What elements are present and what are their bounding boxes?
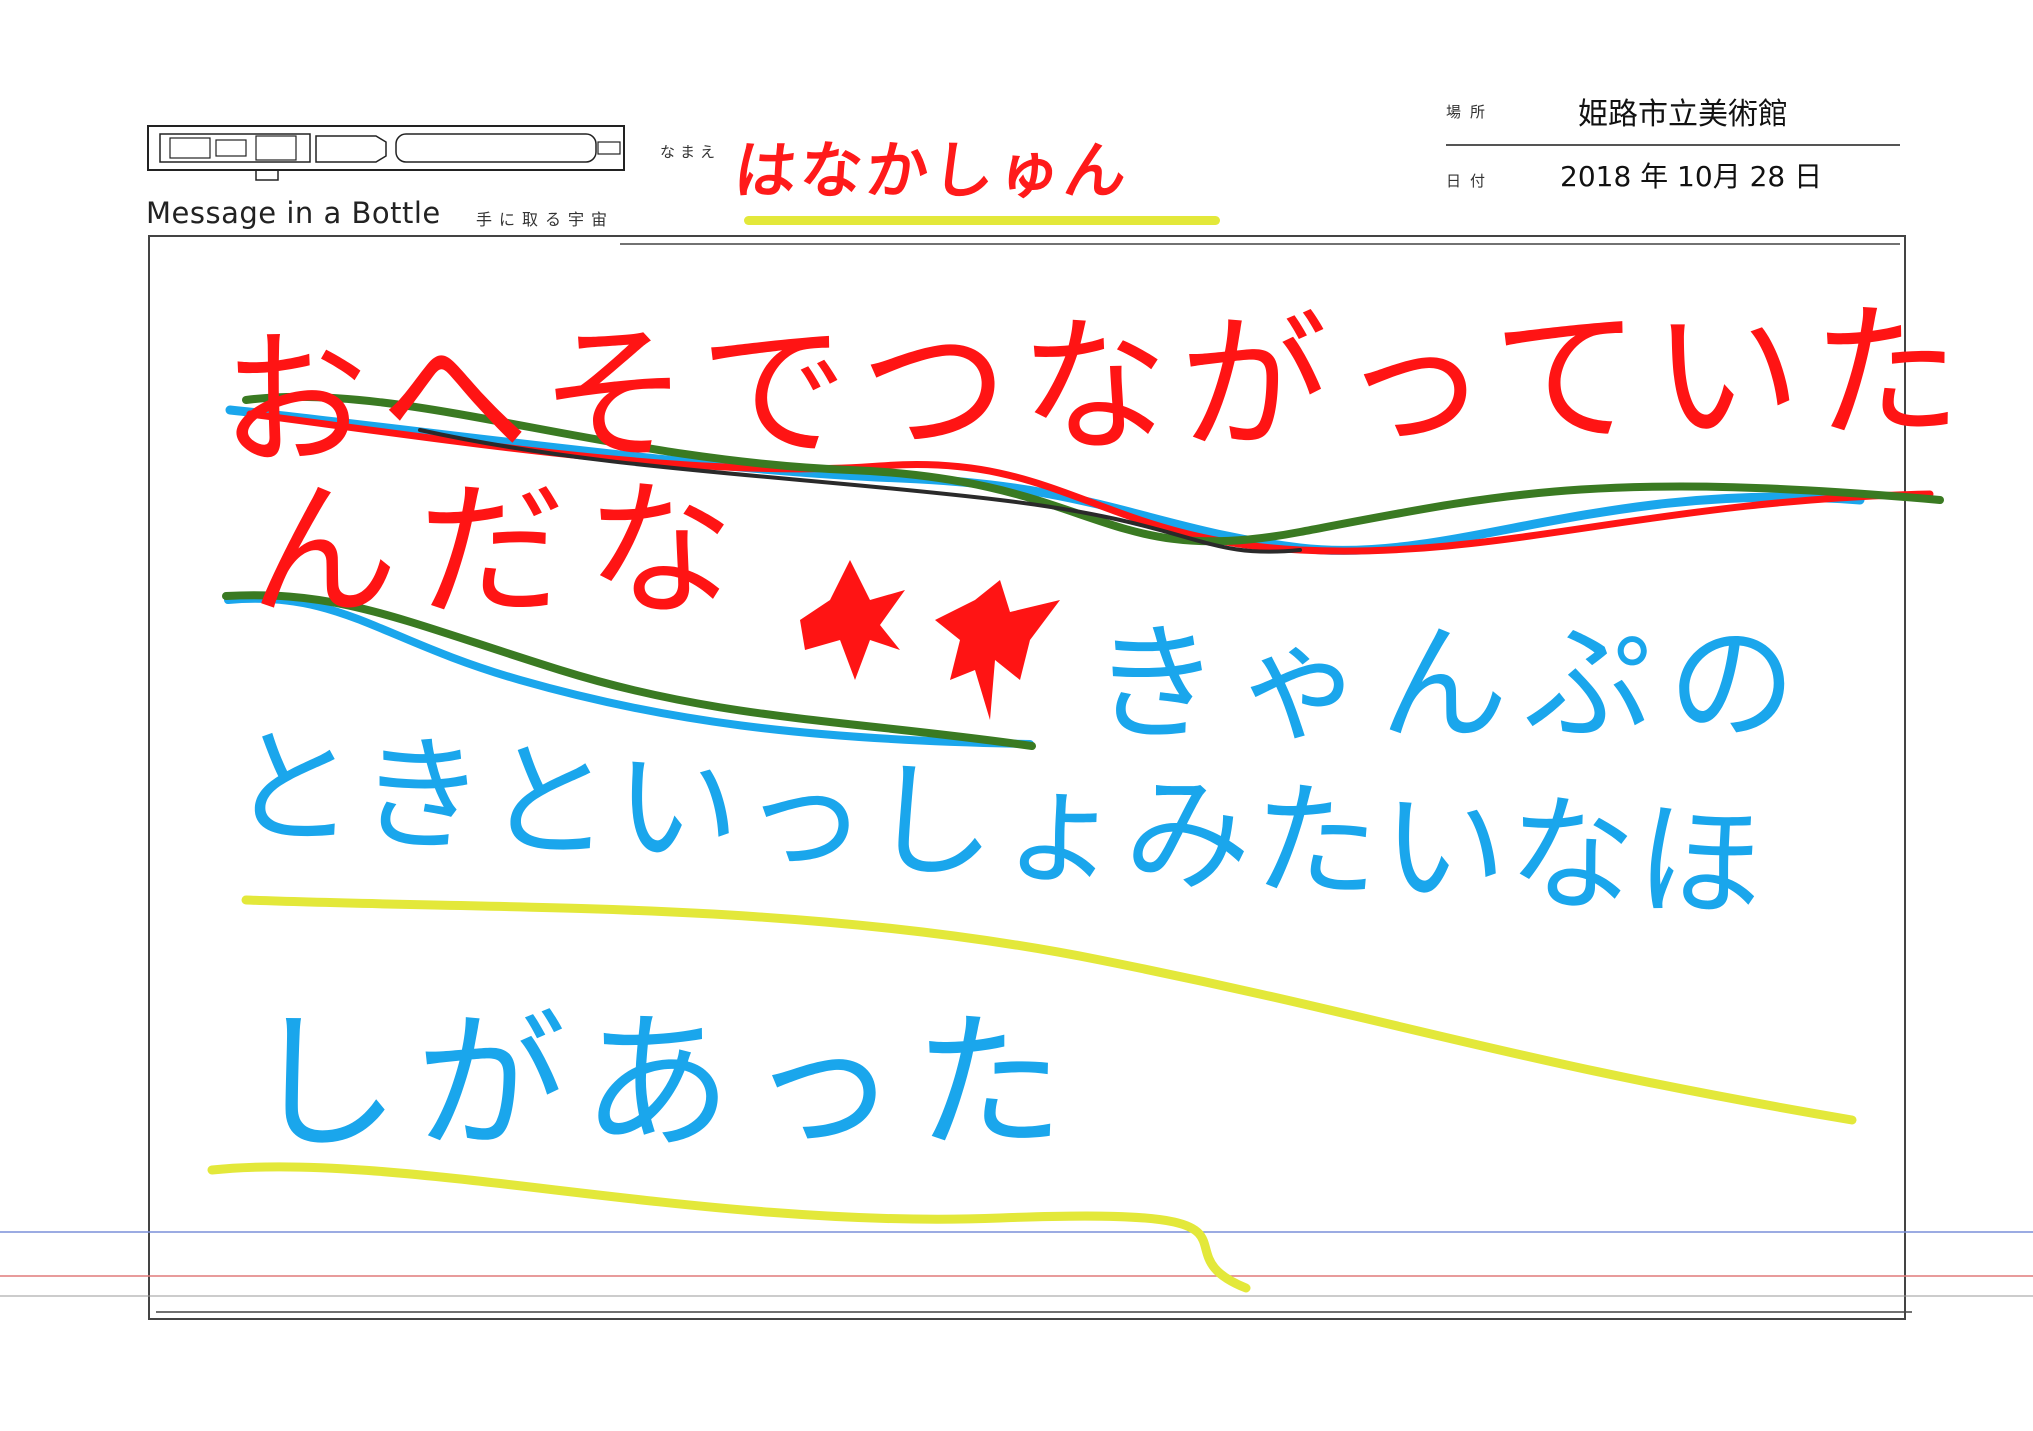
message-line-5: しがあった: [250, 997, 1081, 1171]
message-line-2: んだな: [250, 465, 754, 637]
